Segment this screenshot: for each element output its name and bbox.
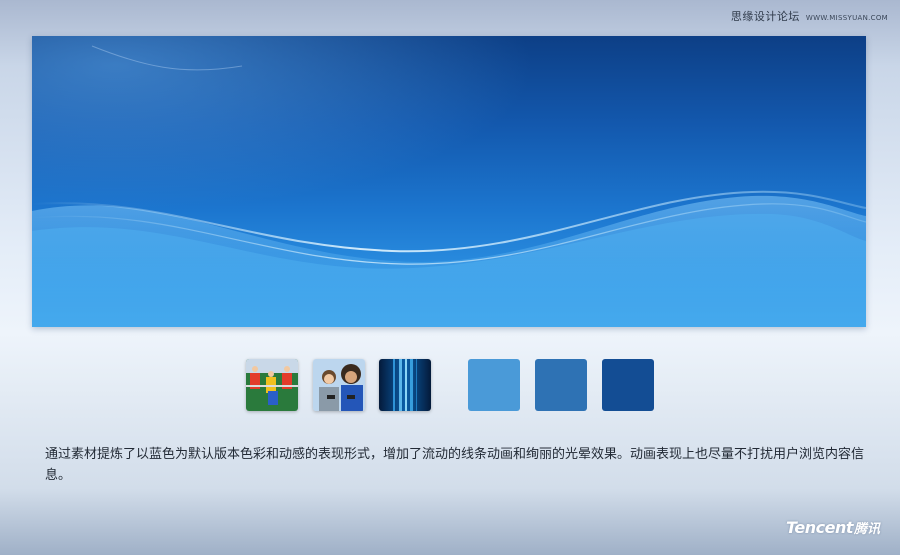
- wave-banner: [32, 36, 866, 327]
- foosball-thumbnail[interactable]: [246, 359, 298, 411]
- watermark-site-name: 思缘设计论坛: [730, 10, 800, 23]
- wave-artwork: [32, 36, 866, 327]
- light-rays-image: [379, 359, 431, 411]
- brand-latin: Tencent: [786, 518, 853, 537]
- swatch-light-blue[interactable]: [468, 359, 520, 411]
- watermark: 思缘设计论坛 WWW.MISSYUAN.COM: [731, 8, 888, 24]
- tencent-logo: Tencent腾讯: [786, 518, 880, 537]
- light-streaks-thumbnail[interactable]: [379, 359, 431, 411]
- brand-cn: 腾讯: [853, 522, 880, 537]
- foosball-image: [246, 359, 298, 411]
- gamers-thumbnail[interactable]: [313, 359, 365, 411]
- watermark-url: WWW.MISSYUAN.COM: [805, 14, 888, 22]
- people-gaming-image: [313, 359, 365, 411]
- description-text: 通过素材提炼了以蓝色为默认版本色彩和动感的表现形式，增加了流动的线条动画和绚丽的…: [45, 447, 865, 483]
- swatch-medium-blue[interactable]: [535, 359, 587, 411]
- swatch-dark-blue[interactable]: [602, 359, 654, 411]
